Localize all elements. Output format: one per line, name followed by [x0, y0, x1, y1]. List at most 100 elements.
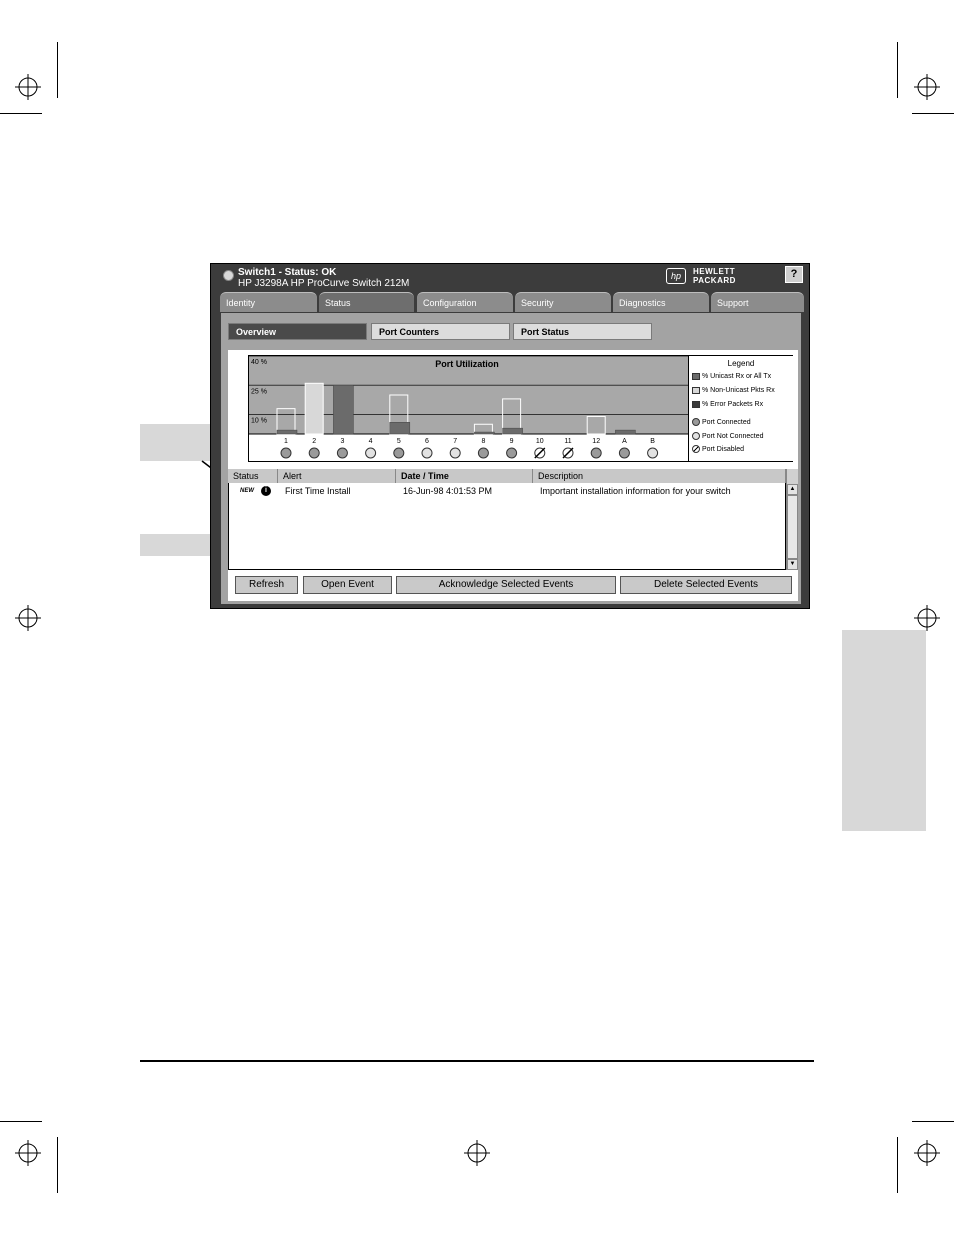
port-status-icon	[280, 447, 292, 459]
legend-label: % Non-Unicast Pkts Rx	[702, 387, 775, 394]
port-status-icon	[365, 447, 377, 459]
x-tick-label: 5	[397, 438, 401, 445]
scroll-down-icon[interactable]: ▼	[787, 559, 798, 570]
tab-diagnostics[interactable]: Diagnostics	[613, 292, 709, 312]
refresh-button[interactable]: Refresh	[235, 576, 298, 594]
subtab-overview[interactable]: Overview	[228, 323, 367, 340]
legend-item: % Unicast Rx or All Tx	[692, 372, 771, 382]
x-tick-label: 9	[510, 438, 514, 445]
port-status-icon	[393, 447, 405, 459]
title-line-1: Switch1 - Status: OK	[238, 267, 337, 278]
x-tick-label: 11	[564, 438, 571, 445]
legend-label: Port Disabled	[702, 446, 745, 453]
datetime-cell: 16-Jun-98 4:01:53 PM	[403, 486, 493, 496]
footer-rule	[140, 1060, 814, 1062]
switch-web-window: Switch1 - Status: OK HP J3298A HP ProCur…	[210, 263, 810, 609]
new-event-icon: NEW	[240, 488, 254, 494]
overview-content: 40 % 25 % 10 % Port Utilization 1 2 3 4 5 6 7 8 9 10 1…	[228, 350, 798, 601]
x-tick-label: B	[650, 438, 655, 445]
chart-legend: Legend % Unicast Rx or All Tx % Non-Unic…	[688, 356, 793, 461]
bar-unicast	[615, 429, 636, 435]
port-status-icon	[590, 447, 602, 459]
port-status-icon	[506, 447, 518, 459]
y-tick-label: 10 %	[251, 418, 267, 425]
subtab-port-counters[interactable]: Port Counters	[371, 323, 510, 340]
scroll-thumb[interactable]	[787, 495, 798, 559]
x-tick-label: 10	[536, 438, 544, 445]
legend-item: Port Not Connected	[692, 432, 763, 442]
tab-configuration[interactable]: Configuration	[417, 292, 513, 312]
chart-canvas: 40 %25 %10 %Port Utilization1 2 3 4 5 6 7 8 9 10 1…	[249, 356, 688, 459]
status-ok-icon	[223, 270, 234, 281]
tab-security[interactable]: Security	[515, 292, 611, 312]
legend-label: % Unicast Rx or All Tx	[702, 373, 772, 380]
col-date-time[interactable]: Date / Time	[396, 469, 533, 483]
table-row[interactable]: NEW i First Time Install 16-Jun-98 4:01:…	[229, 485, 785, 497]
port-status-icon	[336, 447, 348, 459]
delete-events-button[interactable]: Delete Selected Events	[620, 576, 792, 594]
port-utilization-chart: 40 % 25 % 10 % Port Utilization 1 2 3 4 5 6 7 8 9 10 1…	[248, 355, 793, 462]
acknowledge-events-button[interactable]: Acknowledge Selected Events	[396, 576, 616, 594]
x-tick-label: 3	[340, 438, 344, 445]
info-icon: i	[261, 486, 271, 496]
window-title: Switch1 - Status: OK HP J3298A HP ProCur…	[223, 267, 409, 289]
description-cell: Important installation information for y…	[540, 486, 731, 496]
legend-item: Port Connected	[692, 418, 751, 428]
legend-item: % Non-Unicast Pkts Rx	[692, 386, 775, 396]
bar-unicast	[474, 431, 495, 435]
x-tick-label: A	[622, 438, 627, 445]
callout-arrows	[201, 460, 270, 546]
hp-logo: hp HEWLETT PACKARD	[666, 266, 746, 286]
x-tick-label: 7	[453, 438, 457, 445]
legend-swatch	[692, 386, 700, 394]
legend-title: Legend	[727, 359, 755, 368]
legend-label: Port Connected	[702, 419, 751, 426]
title-line-2: HP J3298A HP ProCurve Switch 212M	[238, 278, 410, 289]
col-description[interactable]: Description	[533, 469, 786, 483]
legend-label: % Error Packets Rx	[702, 401, 764, 408]
x-tick-label: 12	[592, 438, 600, 445]
x-tick-label: 2	[312, 438, 316, 445]
x-tick-label: 8	[481, 438, 485, 445]
port-status-icon	[449, 447, 461, 459]
alert-cell: First Time Install	[285, 486, 351, 496]
scroll-up-icon[interactable]: ▲	[787, 484, 798, 495]
bar-unicast	[502, 427, 523, 435]
bar-unicast	[276, 429, 298, 435]
bar-unicast	[333, 385, 354, 435]
logo-line-2: PACKARD	[693, 276, 736, 285]
port-connected-icon	[692, 418, 700, 427]
events-list: NEW i First Time Install 16-Jun-98 4:01:…	[228, 483, 786, 570]
chart-title: Port Utilization	[435, 359, 499, 369]
x-tick-label: 6	[425, 438, 429, 445]
open-event-button[interactable]: Open Event	[303, 576, 392, 594]
legend-swatch	[692, 400, 700, 408]
port-status-icon	[618, 447, 630, 459]
hp-logo-icon: hp	[666, 268, 686, 284]
col-status[interactable]: Status	[228, 469, 278, 483]
events-table-header: Status Alert Date / Time Description	[228, 469, 798, 483]
port-status-icon	[308, 447, 320, 459]
tab-status[interactable]: Status	[319, 292, 414, 312]
y-tick-label: 40 %	[251, 359, 267, 366]
legend-swatch	[692, 372, 700, 380]
bar-nonunicast	[304, 382, 324, 435]
x-tick-label: 1	[284, 438, 288, 445]
tab-identity[interactable]: Identity	[220, 292, 317, 312]
port-status-icon	[421, 447, 433, 459]
bar-unicast	[389, 422, 411, 435]
legend-item: % Error Packets Rx	[692, 400, 763, 410]
col-alert[interactable]: Alert	[278, 469, 396, 483]
port-status-icon	[647, 447, 659, 459]
events-scrollbar[interactable]: ▲ ▼	[786, 469, 798, 570]
port-status-icon	[477, 447, 489, 459]
legend-item: Port Disabled	[692, 445, 744, 455]
subtab-port-status[interactable]: Port Status	[513, 323, 652, 340]
logo-line-1: HEWLETT	[693, 267, 736, 276]
tab-support[interactable]: Support	[711, 292, 804, 312]
status-panel: Overview Port Counters Port Status 40 % 2…	[221, 313, 801, 604]
legend-label: Port Not Connected	[702, 433, 764, 440]
help-button[interactable]: ?	[785, 266, 803, 283]
y-tick-label: 25 %	[251, 388, 267, 395]
x-tick-label: 4	[369, 438, 373, 445]
